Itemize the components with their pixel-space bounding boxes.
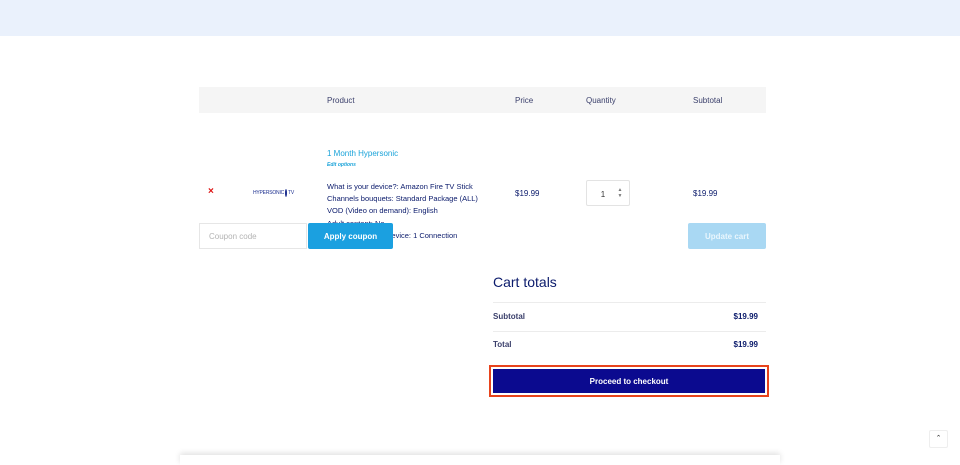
remove-item-icon[interactable]: × (208, 186, 214, 197)
meta-line: VOD (Video on demand): English (327, 206, 438, 216)
totals-total-label: Total (493, 340, 512, 349)
thumbnail-logo-mark (285, 189, 288, 197)
header-product: Product (327, 96, 355, 105)
checkout-highlight: Proceed to checkout (489, 365, 769, 397)
update-cart-button[interactable]: Update cart (688, 223, 766, 249)
item-price: $19.99 (515, 189, 540, 198)
proceed-to-checkout-button[interactable]: Proceed to checkout (493, 369, 765, 393)
item-subtotal: $19.99 (693, 189, 718, 198)
quantity-stepper[interactable]: ▲▼ (586, 180, 630, 206)
product-name-link[interactable]: 1 Month Hypersonic (327, 149, 398, 158)
meta-line: What is your device?: Amazon Fire TV Sti… (327, 182, 473, 191)
cart-item-row: × HYPERSONIC TV 1 Month Hypersonic Edit … (199, 113, 766, 240)
totals-subtotal-row: Subtotal $19.99 (493, 303, 758, 331)
chevron-up-icon[interactable]: ⌃ (929, 430, 948, 448)
apply-coupon-button[interactable]: Apply coupon (308, 223, 393, 249)
product-thumbnail[interactable]: HYPERSONIC TV (253, 188, 294, 198)
header-subtotal: Subtotal (693, 96, 723, 105)
quantity-input[interactable] (589, 187, 617, 201)
meta-line: Channels bouquets: Standard Package (ALL… (327, 194, 478, 204)
table-header: Product Price Quantity Subtotal (199, 87, 766, 113)
totals-subtotal-label: Subtotal (493, 312, 525, 321)
header-price: Price (515, 96, 534, 105)
totals-total-row: Total $19.99 (493, 331, 758, 359)
footer-edge (180, 455, 780, 465)
top-header-bar (0, 0, 960, 36)
thumbnail-logo-suffix: TV (288, 190, 295, 196)
thumbnail-logo-text: HYPERSONIC (253, 190, 285, 196)
totals-subtotal-value: $19.99 (733, 312, 758, 321)
spinner-arrows-icon[interactable]: ▲ ▼ (617, 187, 623, 199)
cart-totals-title: Cart totals (493, 274, 557, 290)
totals-total-value: $19.99 (733, 340, 758, 349)
coupon-code-input[interactable] (199, 223, 307, 249)
header-quantity: Quantity (586, 96, 616, 105)
edit-options-link[interactable]: Edit options (327, 162, 356, 168)
cart-table: Product Price Quantity Subtotal × HYPERS… (199, 87, 766, 240)
